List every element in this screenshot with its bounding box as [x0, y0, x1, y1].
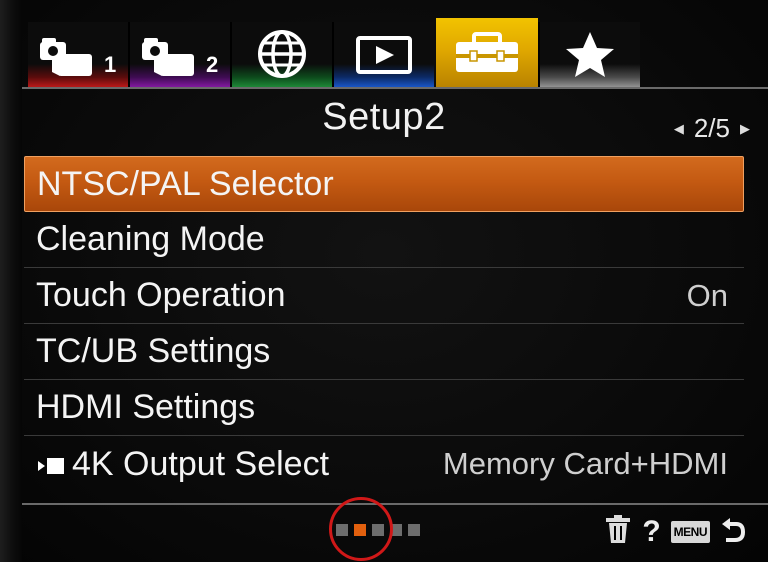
menu-item-value: Memory Card+HDMI — [442, 446, 728, 481]
menu-item-label: TC/UB Settings — [36, 332, 271, 370]
page-next-arrow-icon[interactable]: ▶ — [740, 121, 750, 137]
tab-network[interactable] — [232, 22, 332, 88]
tab-number: 2 — [206, 52, 219, 77]
page-number: 2/5 — [693, 113, 730, 143]
menu-list: NTSC/PAL Selector Cleaning Mode Touch Op… — [24, 156, 744, 492]
menu-item-label: Touch Operation — [36, 276, 286, 314]
menu-item-label-wrap: 4K Output Select — [36, 445, 329, 484]
tab-number: 1 — [104, 52, 117, 77]
playback-icon — [356, 36, 412, 74]
highlight-circle-annotation — [329, 497, 393, 561]
page-indicator: ◀ 2/5 ▶ — [674, 113, 750, 144]
trash-icon[interactable] — [604, 514, 632, 549]
tab-my-menu[interactable] — [540, 22, 640, 88]
tab-setup[interactable] — [436, 18, 538, 88]
tab-camera-settings-1[interactable]: 1 — [28, 22, 128, 88]
menu-item-tc-ub-settings[interactable]: TC/UB Settings — [24, 324, 744, 380]
movie-icon — [36, 455, 66, 477]
menu-item-value: On — [686, 277, 728, 313]
menu-item-4k-output-select[interactable]: 4K Output Select Memory Card+HDMI — [24, 436, 744, 492]
menu-item-hdmi-settings[interactable]: HDMI Settings — [24, 380, 744, 436]
menu-item-label: 4K Output Select — [72, 444, 330, 483]
tab-bar-divider — [22, 87, 768, 89]
back-icon[interactable] — [720, 514, 746, 549]
tab-playback[interactable] — [334, 22, 434, 88]
page-prev-arrow-icon[interactable]: ◀ — [674, 121, 684, 137]
menu-item-cleaning-mode[interactable]: Cleaning Mode — [24, 212, 744, 268]
tab-camera-settings-2[interactable]: 2 — [130, 22, 230, 88]
toolbox-icon — [456, 32, 518, 72]
menu-item-label: HDMI Settings — [36, 388, 256, 426]
footer-controls: ? MENU — [604, 514, 746, 549]
footer-divider — [22, 503, 768, 505]
star-icon — [566, 32, 614, 77]
menu-item-label: Cleaning Mode — [36, 220, 265, 258]
menu-button[interactable]: MENU — [670, 520, 710, 543]
menu-item-ntsc-pal-selector[interactable]: NTSC/PAL Selector — [24, 156, 744, 212]
help-icon[interactable]: ? — [642, 515, 660, 549]
menu-item-touch-operation[interactable]: Touch Operation On — [24, 268, 744, 324]
page-title: Setup2 — [322, 96, 446, 138]
menu-item-label: NTSC/PAL Selector — [37, 164, 334, 203]
tab-bar: 1 2 — [0, 0, 768, 88]
camera-menu-screen: 1 2 Setup2 ◀ 2/5 ▶ NTSC/PAL Selector Cle… — [0, 0, 768, 562]
page-dot — [408, 524, 420, 536]
globe-icon — [258, 30, 306, 78]
